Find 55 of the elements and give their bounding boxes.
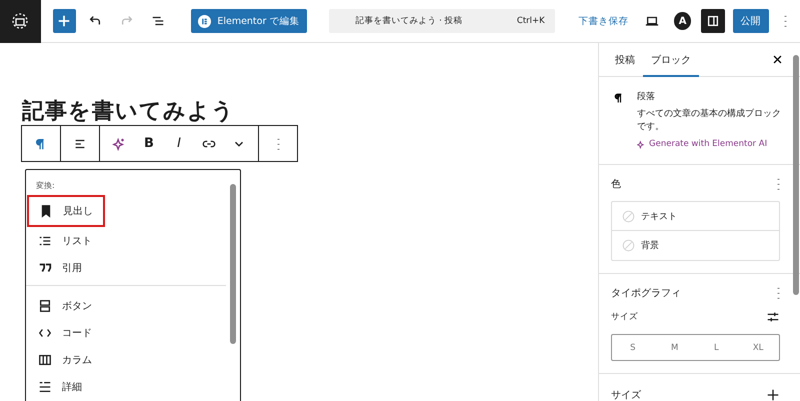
- site-logo[interactable]: [0, 0, 41, 42]
- size-option[interactable]: L: [696, 335, 738, 360]
- command-palette-field[interactable]: 記事を書いてみよう · 投稿 Ctrl+K: [329, 9, 555, 33]
- section-title: サイズ: [611, 389, 641, 401]
- bookmark-icon: [39, 204, 53, 218]
- menu-item[interactable]: 引用: [26, 254, 216, 281]
- italic-button[interactable]: I: [166, 128, 192, 158]
- size-option[interactable]: XL: [737, 335, 779, 360]
- avatar-icon[interactable]: A: [674, 12, 692, 30]
- size-option[interactable]: M: [654, 335, 696, 360]
- color-option[interactable]: テキスト: [612, 202, 779, 232]
- size-option[interactable]: S: [612, 335, 654, 360]
- menu-item[interactable]: 詳細: [26, 373, 216, 400]
- plus-icon: [57, 14, 72, 28]
- section-title: タイポグラフィ: [611, 287, 681, 300]
- columns-icon: [38, 352, 52, 366]
- block-description: すべての文章の基本の構成ブロックです。: [637, 108, 782, 134]
- elementor-logo-icon: [198, 14, 212, 28]
- menu-item[interactable]: コード: [26, 319, 216, 346]
- color-option[interactable]: 背景: [612, 231, 779, 260]
- button-block-icon: [38, 298, 52, 312]
- menu-item[interactable]: ボタン: [26, 292, 216, 319]
- scrollbar-thumb[interactable]: [230, 184, 236, 344]
- publish-button[interactable]: 公開: [732, 9, 768, 33]
- size-label: サイズ: [611, 311, 638, 324]
- details-icon: [38, 380, 52, 394]
- menu-item[interactable]: リスト: [26, 227, 216, 254]
- laptop-icon: [645, 14, 660, 28]
- document-title: 記事を書いてみよう · 投稿: [355, 15, 463, 27]
- empty-swatch-icon: [622, 210, 635, 223]
- scrollbar-thumb[interactable]: [793, 55, 799, 295]
- menu-item[interactable]: カラム: [26, 346, 216, 373]
- empty-swatch-icon: [622, 239, 635, 252]
- section-title: 色: [611, 178, 621, 192]
- plus-icon: [766, 388, 780, 401]
- bold-button[interactable]: B: [136, 128, 162, 158]
- ai-generate-link[interactable]: Generate with Elementor AI: [637, 138, 784, 150]
- shortcut-label: Ctrl+K: [516, 16, 545, 26]
- sparkle-icon: [637, 140, 646, 149]
- save-draft-link[interactable]: 下書き保存: [578, 14, 629, 28]
- sidebar-tab[interactable]: 投稿: [607, 42, 643, 76]
- sidebar-tab[interactable]: ブロック: [643, 42, 699, 76]
- quote-icon: [38, 260, 52, 274]
- close-icon: [772, 54, 782, 64]
- elementor-edit-button[interactable]: Elementor で編集: [191, 9, 308, 33]
- list-view-icon: [150, 14, 165, 28]
- add-block-button[interactable]: [52, 9, 76, 33]
- sliders-icon: [766, 310, 780, 324]
- menu-item[interactable]: 見出し: [27, 195, 105, 227]
- menu-heading: 変換:: [35, 180, 56, 192]
- sparkle-icon: [112, 136, 126, 150]
- block-name: 段落: [637, 91, 656, 104]
- settings-button[interactable]: [701, 9, 724, 33]
- post-title[interactable]: 記事を書いてみよう: [22, 99, 235, 124]
- sidebar-icon: [706, 14, 720, 28]
